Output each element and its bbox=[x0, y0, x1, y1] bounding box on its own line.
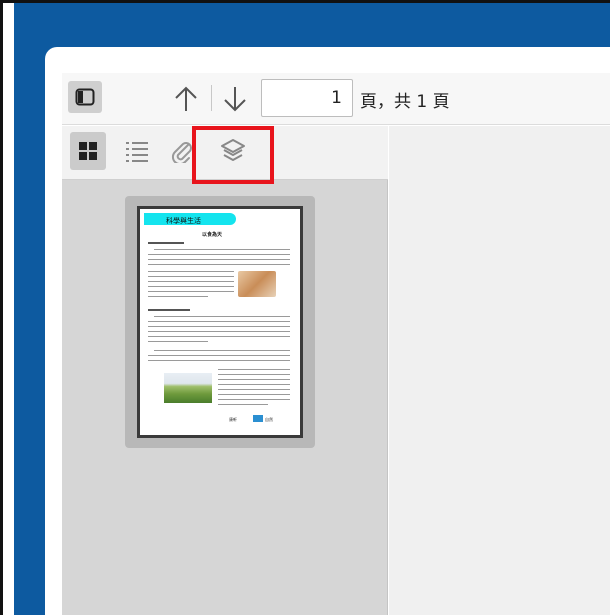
attachments-icon bbox=[171, 142, 192, 163]
viewer-toolbar: 頁，共 1 頁 bbox=[62, 73, 610, 125]
text-line bbox=[148, 309, 190, 311]
page-thumbnail[interactable]: 科學與生活 以食為天 康軒 自然 bbox=[137, 206, 303, 438]
text-line bbox=[148, 291, 234, 292]
text-line bbox=[218, 379, 290, 380]
text-line bbox=[148, 331, 290, 332]
thumbnail-logo-right: 自然 bbox=[265, 417, 273, 422]
text-line bbox=[148, 254, 290, 255]
text-line bbox=[148, 341, 208, 342]
text-line bbox=[148, 259, 290, 260]
text-line bbox=[218, 394, 290, 395]
sidebar-toggle-icon bbox=[75, 88, 95, 106]
text-line bbox=[148, 360, 290, 361]
text-line bbox=[218, 369, 290, 370]
text-line bbox=[148, 321, 290, 322]
page-count-label: 頁，共 1 頁 bbox=[360, 92, 450, 112]
text-line bbox=[218, 404, 268, 405]
thumbnail-header-text: 科學與生活 bbox=[166, 217, 201, 225]
thumbnails-icon bbox=[79, 142, 97, 160]
outline-icon bbox=[126, 142, 148, 162]
page-number-input[interactable] bbox=[261, 79, 353, 117]
thumbnail-image-food bbox=[238, 271, 276, 297]
arrow-down-icon bbox=[224, 87, 246, 112]
arrow-up-icon bbox=[175, 86, 197, 111]
text-line bbox=[148, 286, 234, 287]
next-page-button[interactable] bbox=[220, 83, 250, 115]
document-view-area[interactable] bbox=[389, 126, 610, 615]
text-line bbox=[218, 389, 290, 390]
sidebar-toggle-button[interactable] bbox=[68, 81, 102, 113]
text-line bbox=[218, 399, 290, 400]
text-line bbox=[148, 336, 290, 337]
tab-outline[interactable] bbox=[119, 132, 155, 170]
text-line bbox=[218, 384, 290, 385]
thumbnail-title: 以食為天 bbox=[202, 232, 223, 238]
text-line bbox=[148, 355, 290, 356]
text-line bbox=[148, 326, 290, 327]
highlight-annotation bbox=[192, 126, 274, 184]
sidebar-tab-bar bbox=[62, 126, 388, 184]
text-line bbox=[148, 242, 184, 244]
text-line bbox=[154, 249, 290, 250]
thumbnail-logo-mark bbox=[253, 415, 263, 422]
text-line bbox=[148, 296, 208, 297]
thumbnail-header-bar: 科學與生活 bbox=[144, 213, 236, 225]
previous-page-button[interactable] bbox=[171, 83, 201, 115]
text-line bbox=[148, 276, 234, 277]
text-line bbox=[148, 281, 234, 282]
toolbar-separator bbox=[211, 85, 212, 111]
text-line bbox=[148, 264, 290, 265]
page-thumbnail-selected[interactable]: 科學與生活 以食為天 康軒 自然 bbox=[125, 196, 315, 448]
text-line bbox=[148, 271, 234, 272]
tab-thumbnails[interactable] bbox=[70, 132, 106, 170]
thumbnail-image-field bbox=[164, 373, 212, 403]
text-line bbox=[154, 350, 290, 351]
text-line bbox=[218, 374, 290, 375]
text-line bbox=[154, 316, 290, 317]
sidebar-panel: 科學與生活 以食為天 康軒 自然 bbox=[62, 126, 388, 615]
thumbnail-logo-left: 康軒 bbox=[229, 417, 237, 422]
